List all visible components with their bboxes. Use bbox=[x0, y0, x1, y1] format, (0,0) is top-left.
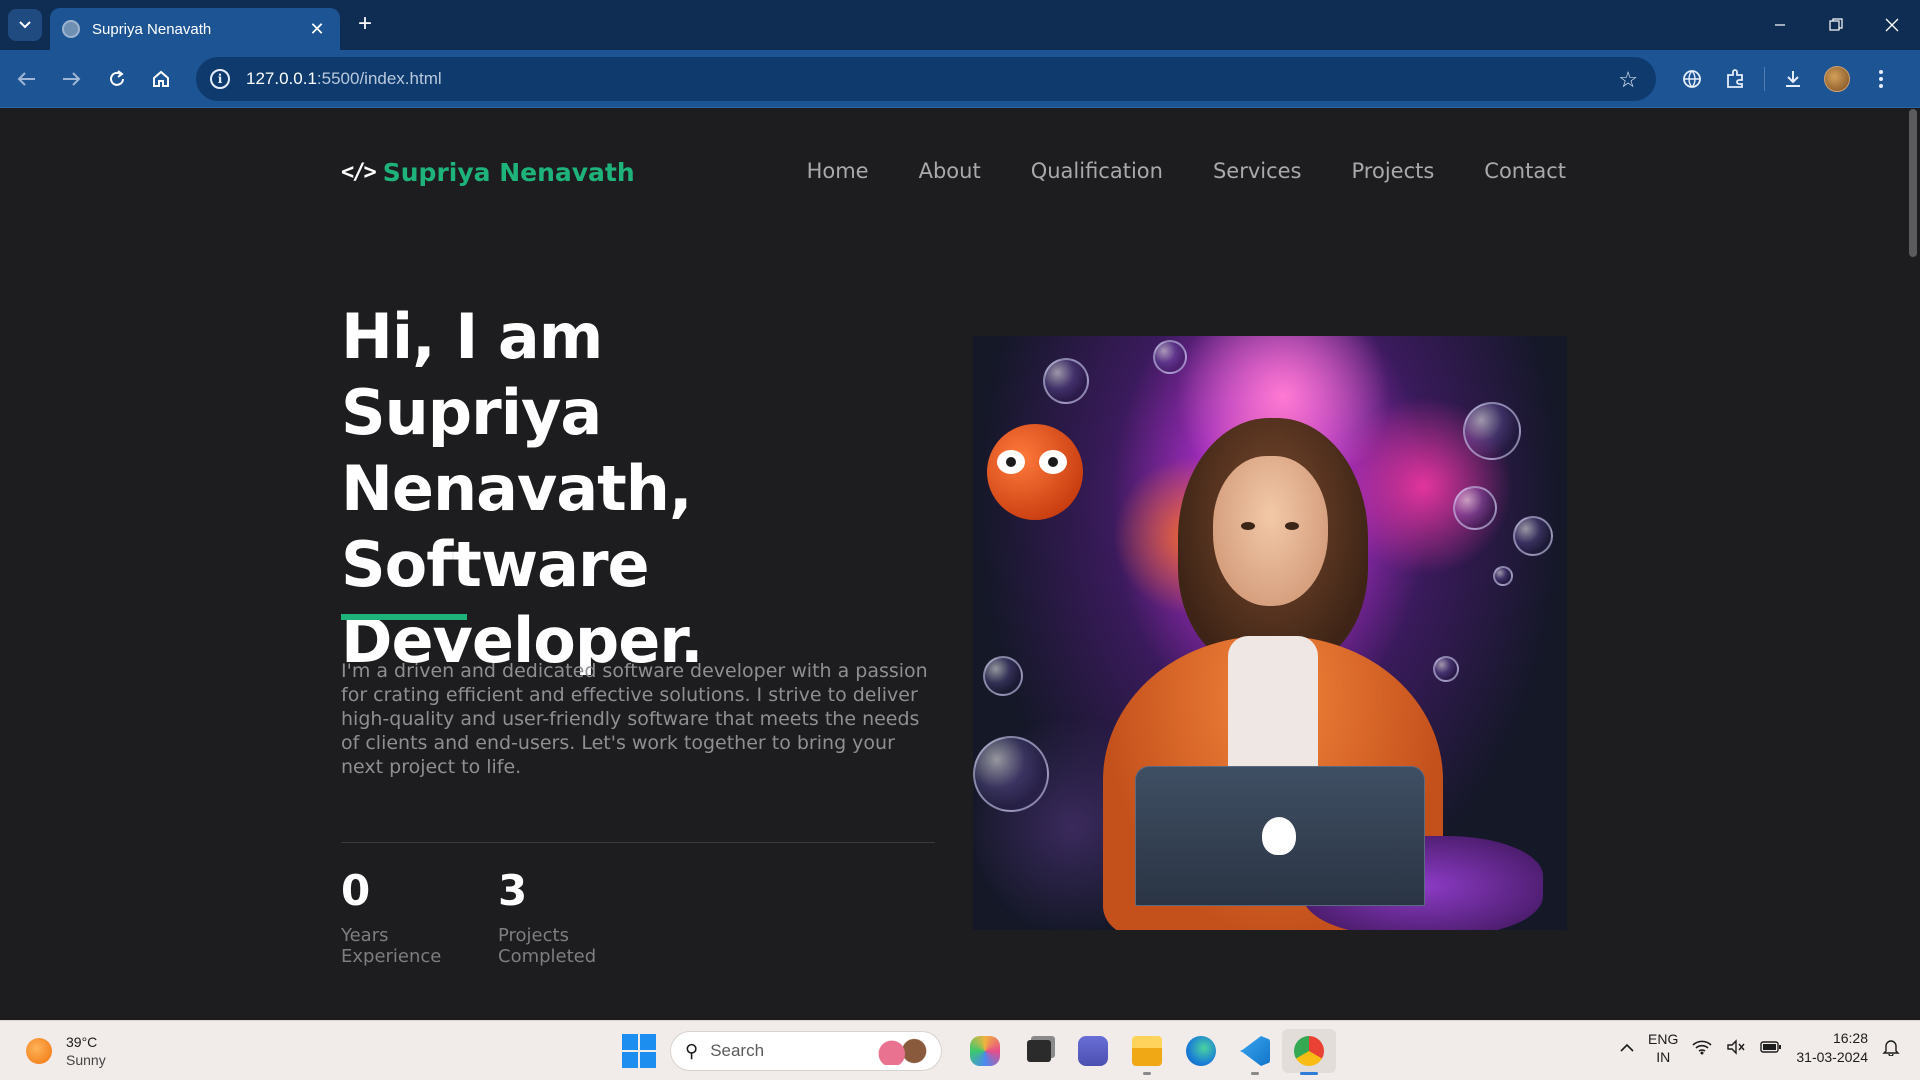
clock-date: 31-03-2024 bbox=[1796, 1049, 1868, 1065]
taskbar-apps: ⚲ Search bbox=[608, 1029, 1336, 1075]
stat-label: Years Experience bbox=[341, 925, 442, 967]
chevron-down-icon bbox=[19, 21, 31, 29]
brand-name: Supriya Nenavath bbox=[382, 158, 635, 187]
clock[interactable]: 16:28 31-03-2024 bbox=[1796, 1029, 1868, 1067]
edge-icon[interactable] bbox=[1174, 1029, 1228, 1073]
browser-tab-strip: Supriya Nenavath ✕ + bbox=[0, 0, 1920, 50]
stat-label: Projects Completed bbox=[498, 925, 597, 967]
nav-contact[interactable]: Contact bbox=[1484, 159, 1566, 183]
search-placeholder: Search bbox=[710, 1041, 765, 1060]
menu-kebab-icon[interactable] bbox=[1859, 64, 1903, 94]
taskbar-search[interactable]: ⚲ Search bbox=[670, 1031, 942, 1071]
vscode-icon[interactable] bbox=[1228, 1029, 1282, 1075]
copilot-icon[interactable] bbox=[958, 1029, 1012, 1073]
browser-tab-active[interactable]: Supriya Nenavath ✕ bbox=[50, 8, 340, 50]
wifi-icon[interactable] bbox=[1692, 1039, 1712, 1058]
site-info-icon[interactable]: i bbox=[210, 69, 230, 89]
toolbar-divider bbox=[1764, 67, 1765, 91]
window-controls bbox=[1752, 0, 1920, 50]
minimize-icon bbox=[1775, 24, 1785, 26]
search-icon: ⚲ bbox=[685, 1040, 699, 1061]
close-tab-icon[interactable]: ✕ bbox=[306, 19, 328, 40]
laptop bbox=[1135, 766, 1425, 906]
nav-home[interactable]: Home bbox=[807, 159, 869, 183]
extensions-area bbox=[1670, 64, 1903, 94]
profile-avatar[interactable] bbox=[1815, 64, 1859, 94]
arrow-left-icon bbox=[17, 72, 35, 86]
close-icon bbox=[1885, 18, 1899, 32]
battery-icon[interactable] bbox=[1760, 1040, 1782, 1057]
nav-services[interactable]: Services bbox=[1213, 159, 1302, 183]
close-window-button[interactable] bbox=[1864, 0, 1920, 50]
system-tray: ENG IN 16:28 31-03-2024 bbox=[1620, 1029, 1900, 1067]
task-view-icon[interactable] bbox=[1012, 1029, 1066, 1073]
tab-title: Supriya Nenavath bbox=[92, 20, 212, 38]
nav-about[interactable]: About bbox=[919, 159, 981, 183]
restore-button[interactable] bbox=[1808, 0, 1864, 50]
page-scrollbar[interactable] bbox=[1904, 109, 1920, 1020]
cartoon-ball bbox=[987, 424, 1083, 520]
scrollbar-thumb[interactable] bbox=[1909, 109, 1917, 257]
weather-widget[interactable]: 39°C Sunny bbox=[26, 1033, 106, 1069]
bookmark-star-icon[interactable]: ☆ bbox=[1618, 67, 1638, 93]
stats-divider bbox=[341, 842, 935, 843]
windows-start-icon[interactable] bbox=[622, 1034, 656, 1068]
sun-icon bbox=[26, 1038, 52, 1064]
home-icon bbox=[153, 70, 169, 87]
home-button[interactable] bbox=[146, 64, 176, 94]
stat-experience: 0 Years Experience bbox=[341, 866, 442, 968]
site-logo[interactable]: </> Supriya Nenavath bbox=[341, 158, 635, 187]
accent-underline bbox=[341, 614, 467, 620]
forward-button[interactable] bbox=[56, 64, 86, 94]
url-text: 127.0.0.1:5500/index.html bbox=[246, 69, 442, 88]
main-nav: Home About Qualification Services Projec… bbox=[807, 159, 1566, 183]
apple-logo-icon bbox=[1262, 817, 1296, 855]
stat-projects: 3 Projects Completed bbox=[498, 866, 598, 968]
notification-bell-icon[interactable] bbox=[1882, 1038, 1900, 1059]
language-indicator[interactable]: ENG IN bbox=[1648, 1030, 1678, 1066]
taskbar: 39°C Sunny ⚲ Search ENG IN 16:28 31-03-2… bbox=[0, 1020, 1920, 1080]
volume-muted-icon[interactable] bbox=[1726, 1038, 1746, 1058]
show-hidden-icons-chevron-icon[interactable] bbox=[1620, 1040, 1634, 1056]
browser-toolbar: i 127.0.0.1:5500/index.html ☆ bbox=[0, 50, 1920, 108]
stat-value: 3 bbox=[498, 866, 528, 915]
hero-description: I'm a driven and dedicated software deve… bbox=[341, 660, 928, 778]
new-tab-button[interactable]: + bbox=[352, 12, 378, 38]
temperature: 39°C bbox=[66, 1034, 98, 1050]
weather-condition: Sunny bbox=[66, 1052, 106, 1068]
globe-favicon-icon bbox=[62, 20, 80, 38]
file-explorer-icon[interactable] bbox=[1120, 1029, 1174, 1075]
hero-illustration bbox=[973, 336, 1567, 930]
download-icon[interactable] bbox=[1771, 64, 1815, 94]
tab-search-button[interactable] bbox=[8, 9, 42, 41]
chrome-icon[interactable] bbox=[1282, 1029, 1336, 1075]
teams-icon[interactable] bbox=[1066, 1029, 1120, 1073]
nav-projects[interactable]: Projects bbox=[1352, 159, 1435, 183]
reload-icon bbox=[110, 70, 124, 86]
search-highlight-art bbox=[875, 1037, 931, 1065]
minimize-button[interactable] bbox=[1752, 0, 1808, 50]
translate-globe-icon[interactable] bbox=[1670, 64, 1714, 94]
web-page: </> Supriya Nenavath Home About Qualific… bbox=[0, 109, 1904, 1020]
stat-value: 0 bbox=[341, 866, 371, 915]
extensions-puzzle-icon[interactable] bbox=[1714, 64, 1758, 94]
nav-qualification[interactable]: Qualification bbox=[1031, 159, 1163, 183]
arrow-right-icon bbox=[63, 72, 81, 86]
hero-title: Hi, I am Supriya Nenavath, Software Deve… bbox=[341, 300, 704, 677]
address-bar[interactable]: i 127.0.0.1:5500/index.html ☆ bbox=[196, 57, 1656, 101]
back-button[interactable] bbox=[12, 64, 42, 94]
restore-icon bbox=[1829, 18, 1843, 31]
reload-button[interactable] bbox=[102, 64, 132, 94]
clock-time: 16:28 bbox=[1832, 1030, 1868, 1046]
code-brackets-icon: </> bbox=[341, 160, 377, 185]
